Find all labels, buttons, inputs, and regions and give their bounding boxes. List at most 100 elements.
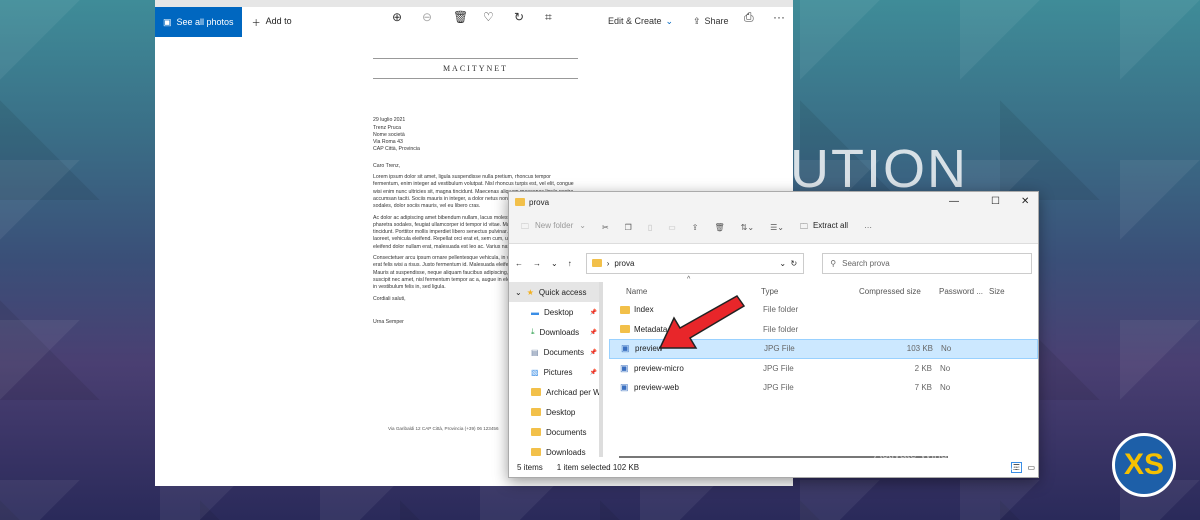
nav-documents-folder[interactable]: Documents [509, 422, 601, 442]
navigation-pane: ⌄ ★ Quick access ▬ Desktop 📌 ⤓ Downloads 📌 ▤ D… [509, 282, 603, 458]
file-compressed-size: 103 KB [906, 344, 933, 354]
file-compressed-size: 7 KB [914, 383, 932, 393]
nav-pictures[interactable]: ▧ Pictures 📌 [509, 362, 601, 382]
selection-info: 1 item selected 102 KB [556, 463, 640, 472]
pictures-icon: ▧ [531, 367, 539, 377]
folder-icon [531, 448, 541, 456]
command-bar: 🗀 New folder ⌄ ✂ ❐ ▯ ▭ ⇪ 🗑 ⇅⌄ ☰⌄ 🗀 Extract … [509, 212, 1038, 244]
nav-desktop[interactable]: ▬ Desktop 📌 [509, 302, 601, 322]
file-password: No [940, 363, 951, 373]
recipient-address: 29 luglio 2021 Trenz Pruca Nome società Via… [373, 117, 420, 153]
column-compressed-size[interactable]: Compressed size [859, 287, 921, 296]
desktop-icon: ▬ [531, 307, 539, 317]
file-name: preview-web [634, 383, 679, 393]
explorer-body: ⌄ ★ Quick access ▬ Desktop 📌 ⤓ Downloads 📌 ▤ D… [509, 276, 1038, 458]
see-all-photos-button[interactable]: ▣ See all photos [155, 7, 242, 37]
folder-icon [591, 259, 602, 267]
share-icon: ⇪ [693, 16, 701, 26]
forward-icon[interactable]: → [533, 259, 541, 268]
file-password: No [940, 383, 951, 393]
letter-footer: Via Garibaldi 12 CAP Città, Provincia (+… [388, 426, 499, 431]
nav-quick-access[interactable]: ⌄ ★ Quick access [509, 282, 601, 302]
file-type: JPG File [763, 383, 794, 393]
plus-icon: ＋ [251, 17, 261, 28]
photos-icon: ▣ [163, 16, 172, 27]
image-file-icon: ▣ [620, 382, 629, 393]
file-name: Index [634, 305, 654, 315]
folder-icon [531, 428, 541, 436]
print-icon[interactable]: ⎙ [744, 10, 754, 25]
extract-icon: 🗀 [799, 221, 808, 231]
zoom-in-icon[interactable]: ⊕ [392, 10, 402, 24]
back-icon[interactable]: ← [515, 259, 523, 268]
nav-downloads[interactable]: ⤓ Downloads 📌 [509, 322, 601, 342]
file-password: No [941, 344, 952, 354]
crop-icon[interactable]: ⌗ [545, 10, 552, 25]
column-name[interactable]: Name [626, 287, 647, 296]
rename-icon[interactable]: ▭ [668, 223, 676, 232]
zoom-out-icon[interactable]: ⊖ [422, 10, 432, 24]
title-bar: prova — ☐ ✕ [509, 192, 1038, 212]
share-button[interactable]: ⇪ Share [693, 16, 729, 27]
file-type: File folder [763, 305, 799, 315]
more-button[interactable]: ··· [773, 10, 785, 24]
download-icon: ⤓ [531, 327, 535, 336]
cut-icon[interactable]: ✂ [602, 223, 609, 232]
nav-archicad[interactable]: Archicad per W [509, 382, 601, 402]
column-type[interactable]: Type [761, 287, 778, 296]
nav-scrollbar[interactable] [599, 282, 603, 457]
chevron-down-icon: ⌄ [665, 16, 674, 26]
image-file-icon: ▣ [621, 343, 630, 354]
view-icon[interactable]: ☰⌄ [770, 223, 784, 232]
refresh-icon[interactable]: ⌄ ↻ [779, 259, 797, 268]
recent-icon[interactable]: ⌄ [551, 259, 558, 268]
letter-heading: MACITYNET [373, 58, 578, 80]
image-file-icon: ▣ [620, 362, 629, 373]
share-icon[interactable]: ⇪ [692, 223, 699, 232]
close-button[interactable]: ✕ [1021, 196, 1029, 207]
delete-icon[interactable]: 🗑 [715, 223, 725, 232]
sort-icon[interactable]: ⇅⌄ [741, 223, 754, 232]
star-icon: ★ [526, 287, 534, 297]
minimize-button[interactable]: — [949, 196, 959, 207]
maximize-button[interactable]: ☐ [991, 196, 1000, 207]
column-password[interactable]: Password ... [939, 287, 983, 296]
tiles-view-icon[interactable]: ▭ [1027, 463, 1035, 472]
column-size[interactable]: Size [989, 287, 1005, 296]
file-name: preview-micro [634, 363, 684, 373]
pin-icon: 📌 [589, 329, 597, 336]
up-icon[interactable]: ↑ [568, 259, 572, 268]
folder-icon [620, 305, 630, 314]
paste-icon[interactable]: ▯ [648, 223, 652, 232]
title-bar [155, 0, 793, 7]
site-logo: XS [1112, 433, 1176, 497]
extract-all-button[interactable]: 🗀 Extract all [800, 221, 848, 235]
nav-desktop-folder[interactable]: Desktop [509, 402, 601, 422]
pin-icon: 📌 [589, 309, 597, 316]
file-type: JPG File [764, 344, 795, 354]
file-row[interactable]: ▣ preview-web JPG File 7 KB No [609, 378, 1038, 398]
new-folder-icon: 🗀 [521, 221, 529, 231]
rotate-icon[interactable]: ↻ [514, 10, 524, 24]
new-folder-button[interactable]: 🗀 New folder ⌄ [521, 221, 586, 235]
add-to-button[interactable]: ＋ Add to [252, 16, 292, 29]
folder-icon [531, 408, 541, 416]
search-input[interactable]: ⚲ Search prova [822, 252, 1032, 274]
greeting: Caro Trenz, [373, 162, 401, 169]
delete-icon[interactable]: 🗑 [453, 10, 468, 24]
heart-icon[interactable]: ♡ [483, 10, 494, 24]
nav-documents[interactable]: ▤ Documents 📌 [509, 342, 601, 362]
more-button[interactable]: ··· [864, 223, 872, 232]
sort-arrow-icon: ^ [687, 276, 691, 283]
copy-icon[interactable]: ❐ [625, 223, 632, 232]
address-bar[interactable]: › prova ⌄ ↻ [585, 252, 805, 274]
file-row[interactable]: ▣ preview-micro JPG File 2 KB No [609, 359, 1038, 379]
pin-icon: 📌 [589, 349, 597, 356]
edit-create-button[interactable]: Edit & Create ⌄ [608, 16, 673, 27]
file-explorer-window: prova — ☐ ✕ 🗀 New folder ⌄ ✂ ❐ ▯ ▭ ⇪ 🗑 ⇅⌄ … [508, 191, 1039, 478]
pin-icon: 📌 [589, 369, 597, 376]
activate-windows-title: Activate Windows [874, 447, 969, 461]
folder-icon [620, 325, 630, 334]
file-compressed-size: 2 KB [914, 363, 932, 373]
item-count: 5 items [517, 463, 543, 472]
